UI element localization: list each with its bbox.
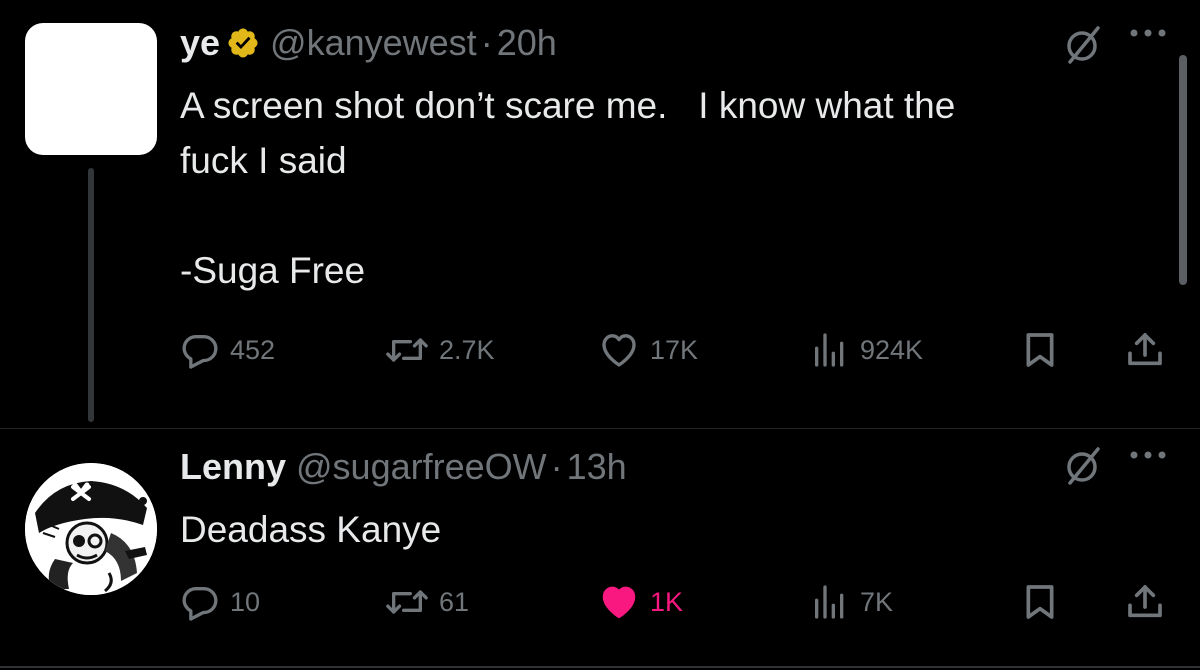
reply-button[interactable]: 10 <box>180 580 260 624</box>
retweet-count: 2.7K <box>439 334 495 365</box>
like-count: 17K <box>650 334 699 365</box>
timestamp[interactable]: 20h <box>497 22 557 64</box>
views-count: 924K <box>860 334 924 365</box>
bookmark-button[interactable] <box>1020 328 1060 372</box>
bookmark-icon <box>1026 585 1054 619</box>
tweet-actions: 10 61 1K 7K <box>180 580 1170 624</box>
tweet-sugarfreeow[interactable]: Lenny @sugarfreeOW · 13h Deadass Kanye 1… <box>0 430 1200 670</box>
separator-dot: · <box>550 446 563 487</box>
heart-icon <box>602 334 636 367</box>
handle[interactable]: @kanyewest <box>270 22 477 64</box>
more-dots-icon[interactable] <box>1128 448 1170 462</box>
bar-chart-icon <box>815 333 844 367</box>
thread-line <box>88 168 94 422</box>
more-dots-icon[interactable] <box>1128 26 1170 40</box>
tweet-header: ye @kanyewest · 20h <box>180 22 557 64</box>
share-upload-icon <box>1128 333 1162 366</box>
reply-button[interactable]: 452 <box>180 328 275 372</box>
tweet-text: A screen shot don’t scare me. I know wha… <box>180 85 956 291</box>
bar-chart-icon <box>815 585 844 619</box>
like-button[interactable]: 1K <box>598 580 683 624</box>
views-button[interactable]: 7K <box>810 580 893 624</box>
tweet-text: Deadass Kanye <box>180 509 442 550</box>
share-upload-icon <box>1128 585 1162 618</box>
separator-dot: · <box>480 22 493 63</box>
views-button[interactable]: 924K <box>810 328 923 372</box>
speech-bubble-icon <box>182 335 218 369</box>
avatar[interactable] <box>25 463 157 595</box>
share-button[interactable] <box>1125 580 1165 624</box>
like-button[interactable]: 17K <box>598 328 698 372</box>
timestamp[interactable]: 13h <box>567 446 627 488</box>
retweet-arrows-icon <box>386 590 428 614</box>
retweet-button[interactable]: 2.7K <box>385 328 495 372</box>
handle[interactable]: @sugarfreeOW <box>296 446 547 488</box>
reply-count: 10 <box>230 586 261 617</box>
verified-badge-icon <box>228 28 258 58</box>
mute-slash-circle-icon[interactable] <box>1062 443 1106 487</box>
views-count: 7K <box>860 586 894 617</box>
mute-slash-circle-icon[interactable] <box>1062 22 1106 66</box>
retweet-button[interactable]: 61 <box>385 580 469 624</box>
tweet-actions: 452 2.7K 17K 924K <box>180 328 1170 372</box>
heart-icon <box>602 586 636 619</box>
speech-bubble-icon <box>182 587 218 621</box>
share-button[interactable] <box>1125 328 1165 372</box>
retweet-count: 61 <box>439 586 470 617</box>
display-name[interactable]: ye <box>180 22 220 64</box>
like-count: 1K <box>650 586 684 617</box>
bookmark-icon <box>1026 333 1054 367</box>
tweet-divider <box>0 428 1200 429</box>
pirate-avatar-illustration <box>25 463 157 595</box>
display-name[interactable]: Lenny <box>180 446 286 488</box>
retweet-arrows-icon <box>386 338 428 362</box>
bottom-border <box>0 666 1200 668</box>
scrollbar[interactable] <box>1179 55 1187 285</box>
tweet-header: Lenny @sugarfreeOW · 13h <box>180 446 627 488</box>
bookmark-button[interactable] <box>1020 580 1060 624</box>
reply-count: 452 <box>230 334 276 365</box>
tweet-kanyewest[interactable]: ye @kanyewest · 20h A screen shot don’t … <box>0 0 1200 430</box>
avatar[interactable] <box>25 23 157 155</box>
